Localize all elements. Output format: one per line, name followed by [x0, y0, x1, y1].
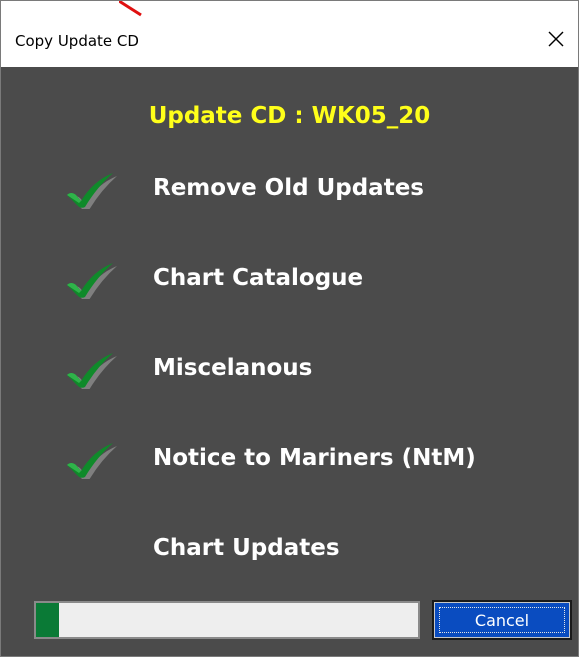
step-item: Miscelanous: [1, 343, 578, 393]
window-title: Copy Update CD: [15, 32, 139, 50]
update-cd-heading: Update CD : WK05_20: [148, 103, 431, 129]
dialog-body: Update CD : WK05_20 Remove Old Updates Ch…: [1, 67, 578, 656]
close-icon: [548, 31, 564, 47]
step-item: Notice to Mariners (NtM): [1, 433, 578, 483]
step-item: Remove Old Updates: [1, 163, 578, 213]
step-label: Remove Old Updates: [153, 175, 424, 201]
check-icon: [63, 259, 119, 301]
step-label: Chart Catalogue: [153, 265, 364, 291]
close-button[interactable]: [534, 19, 578, 59]
cancel-button[interactable]: Cancel: [432, 600, 572, 640]
step-label: Chart Updates: [153, 535, 340, 561]
copy-update-cd-dialog: Copy Update CD Update CD : WK05_20 Remov…: [0, 0, 579, 657]
check-icon: [63, 439, 119, 481]
title-bar[interactable]: Copy Update CD: [1, 1, 578, 67]
step-label: Miscelanous: [153, 355, 313, 381]
cancel-button-label: Cancel: [474, 610, 530, 630]
check-icon: [63, 349, 119, 391]
red-pointer-mark: [119, 1, 142, 17]
step-item: Chart Updates: [1, 523, 578, 573]
step-item: Chart Catalogue: [1, 253, 578, 303]
progress-bar: [34, 601, 420, 639]
step-label: Notice to Mariners (NtM): [153, 445, 476, 471]
progress-fill: [36, 603, 59, 637]
check-icon: [63, 169, 119, 211]
